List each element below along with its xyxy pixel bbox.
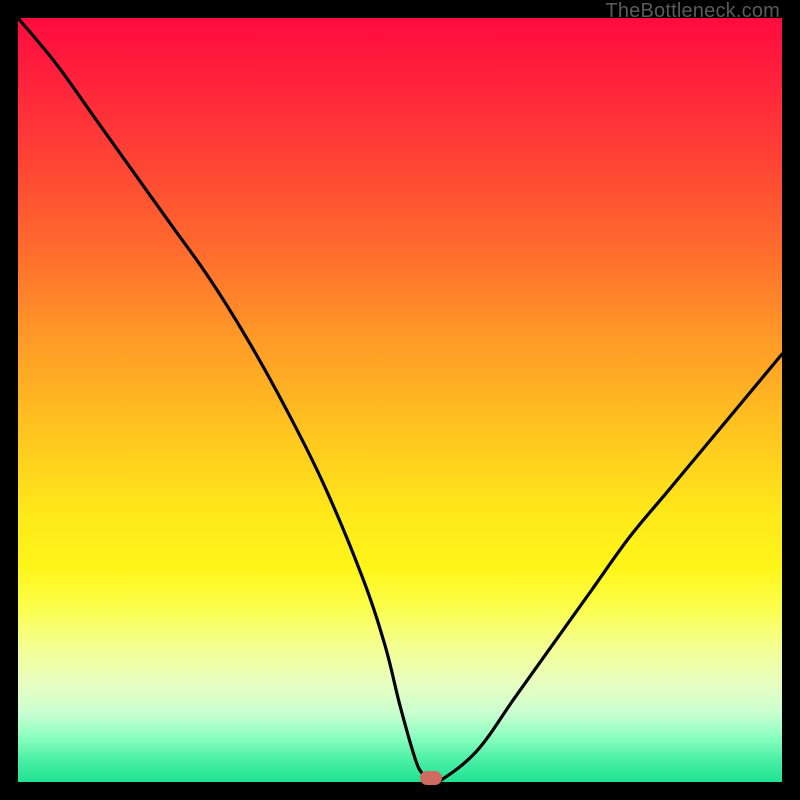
chart-frame: TheBottleneck.com	[0, 0, 800, 800]
curve-svg	[18, 18, 782, 782]
optimum-marker	[420, 771, 442, 785]
bottleneck-curve	[18, 18, 782, 785]
plot-area	[18, 18, 782, 782]
